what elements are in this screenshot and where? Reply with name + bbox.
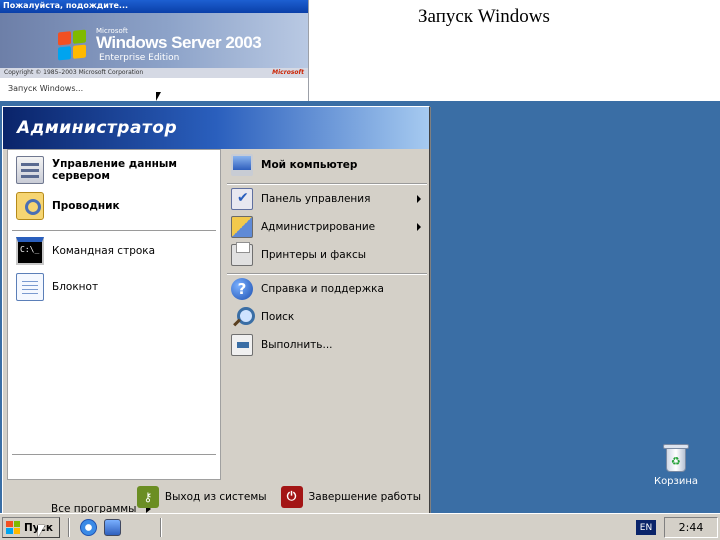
- key-icon: ⚷: [136, 485, 159, 508]
- menu-item-server-management[interactable]: Управление данным сервером: [16, 152, 216, 188]
- taskbar-divider: [68, 518, 70, 537]
- server-icon: [16, 156, 44, 184]
- menu-separator: [227, 183, 427, 185]
- power-icon: ⏻: [280, 485, 303, 508]
- boot-copyright: Copyright © 1985–2003 Microsoft Corporat…: [4, 69, 144, 76]
- explorer-icon: [16, 192, 44, 220]
- boot-titlebar: Пожалуйста, подождите...: [0, 0, 308, 13]
- menu-separator: [12, 454, 216, 456]
- menu-separator: [12, 230, 216, 232]
- menu-separator: [227, 273, 427, 275]
- recycle-bin-label: Корзина: [653, 476, 699, 487]
- start-menu-left-pane: Управление данным сервером Проводник C:\…: [7, 149, 221, 480]
- internet-explorer-icon[interactable]: [80, 519, 97, 536]
- windows-logo-icon: [6, 521, 20, 534]
- menu-item-run[interactable]: Выполнить...: [231, 333, 427, 357]
- control-panel-icon: [231, 188, 253, 210]
- mouse-pointer-icon: [38, 525, 45, 537]
- menu-item-help[interactable]: ? Справка и поддержка: [231, 277, 427, 301]
- boot-cursor-icon: [156, 92, 161, 101]
- start-menu-header: Администратор: [3, 107, 429, 149]
- boot-brand: Microsoft: [272, 69, 304, 76]
- help-icon: ?: [231, 278, 253, 300]
- windows-flag-icon: [58, 29, 86, 61]
- menu-item-my-computer[interactable]: Мой компьютер: [231, 153, 427, 177]
- menu-item-control-panel[interactable]: Панель управления: [231, 187, 427, 211]
- boot-screen: Пожалуйста, подождите... Microsoft Windo…: [0, 0, 309, 101]
- recycle-bin[interactable]: ♻ Корзина: [640, 444, 712, 487]
- menu-item-admin-tools[interactable]: Администрирование: [231, 215, 427, 239]
- show-desktop-icon[interactable]: [104, 519, 121, 536]
- start-menu: Администратор Управление данным сервером…: [2, 106, 430, 515]
- menu-item-notepad[interactable]: Блокнот: [16, 272, 216, 302]
- start-menu-footer: ⚷ Выход из системы ⏻ Завершение работы: [3, 480, 429, 513]
- start-menu-right-pane: Мой компьютер Панель управления Админист…: [225, 149, 429, 480]
- start-button[interactable]: Пуск: [2, 517, 60, 538]
- submenu-arrow-icon: [417, 223, 421, 231]
- taskbar: Пуск EN 2:44: [0, 513, 720, 540]
- notepad-icon: [16, 273, 44, 301]
- admin-tools-icon: [231, 216, 253, 238]
- run-icon: [231, 334, 253, 356]
- menu-item-printers[interactable]: Принтеры и факсы: [231, 242, 427, 267]
- printer-icon: [231, 242, 253, 266]
- user-name: Администратор: [17, 118, 178, 138]
- boot-product-name: Windows Server 2003: [96, 33, 262, 52]
- logoff-button[interactable]: ⚷ Выход из системы: [136, 485, 267, 508]
- computer-icon: [231, 154, 253, 176]
- menu-item-search[interactable]: Поиск: [231, 305, 427, 329]
- clock[interactable]: 2:44: [664, 517, 718, 538]
- menu-item-explorer[interactable]: Проводник: [16, 190, 216, 222]
- shutdown-label: Завершение работы: [308, 490, 421, 503]
- boot-status: Запуск Windows...: [8, 84, 84, 93]
- recycle-bin-icon: ♻: [663, 444, 689, 472]
- slide-title: Запуск Windows: [418, 6, 550, 27]
- boot-copyright-strip: Copyright © 1985–2003 Microsoft Corporat…: [0, 68, 308, 78]
- menu-item-command-prompt[interactable]: C:\_ Командная строка: [16, 236, 216, 266]
- cmd-icon: C:\_: [16, 237, 44, 265]
- submenu-arrow-icon: [417, 195, 421, 203]
- search-icon: [231, 306, 255, 328]
- language-indicator[interactable]: EN: [636, 520, 656, 535]
- boot-edition: Enterprise Edition: [99, 53, 180, 63]
- shutdown-button[interactable]: ⏻ Завершение работы: [280, 485, 421, 508]
- boot-banner: Microsoft Windows Server 2003 Enterprise…: [0, 13, 308, 68]
- logoff-label: Выход из системы: [164, 490, 267, 503]
- taskbar-divider: [160, 518, 162, 537]
